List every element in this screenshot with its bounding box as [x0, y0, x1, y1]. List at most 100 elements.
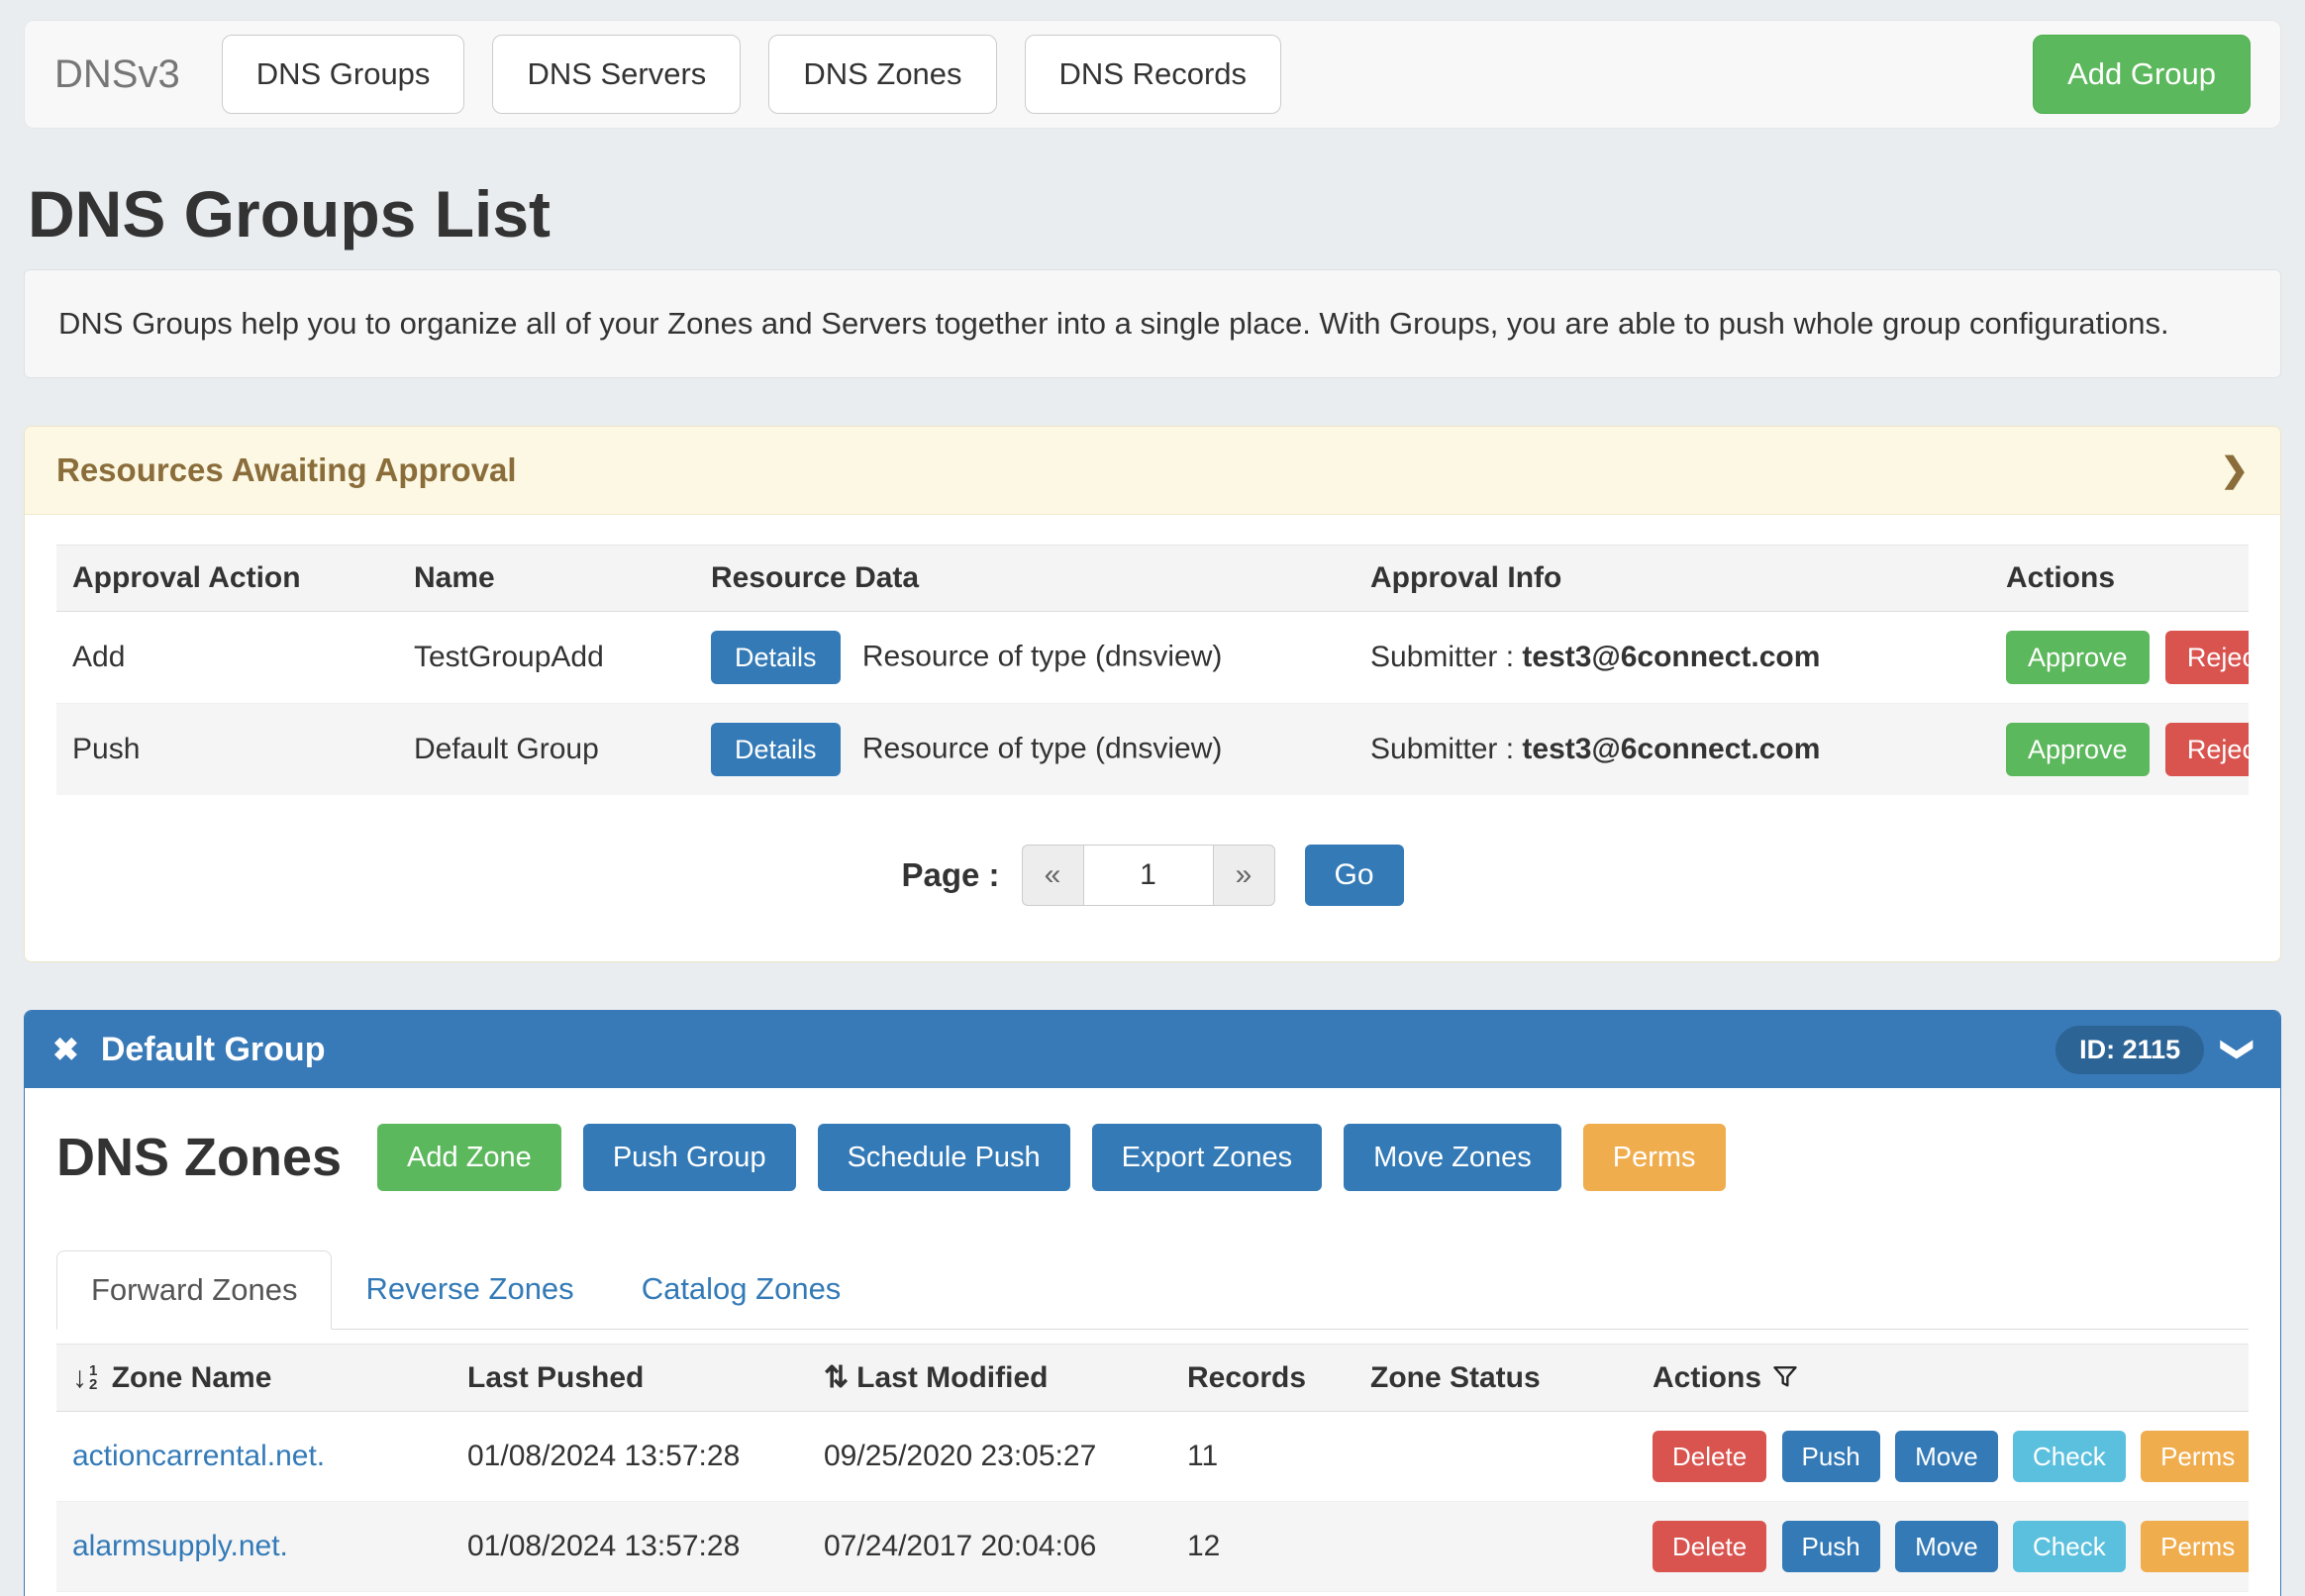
approval-table: Approval Action Name Resource Data Appro…	[56, 545, 2249, 795]
details-button[interactable]: Details	[711, 723, 841, 776]
last-pushed-cell: 01/08/2024 13:57:28	[451, 1502, 808, 1592]
zone-status-cell	[1354, 1502, 1637, 1592]
col-records: Records	[1171, 1345, 1354, 1412]
col-actions: Actions	[1990, 546, 2249, 612]
top-toolbar: DNSv3 DNS Groups DNS Servers DNS Zones D…	[24, 20, 2281, 129]
zone-name-cell: actioncarrental.net.	[56, 1412, 451, 1502]
approval-panel-header[interactable]: Resources Awaiting Approval ❯	[25, 427, 2280, 515]
zone-actions-cell: Delete Push Move Check Perms	[1637, 1502, 2249, 1592]
submitter-email: test3@6connect.com	[1522, 733, 1820, 765]
tab-forward-zones[interactable]: Forward Zones	[56, 1250, 332, 1330]
dns-zones-title: DNS Zones	[56, 1127, 342, 1188]
zone-name-cell: alarmsupply.net.	[56, 1502, 451, 1592]
page-description: DNS Groups help you to organize all of y…	[24, 269, 2281, 378]
check-button[interactable]: Check	[2013, 1521, 2126, 1572]
group-panel-body: DNS Zones Add Zone Push Group Schedule P…	[25, 1088, 2280, 1596]
records-cell: 9	[1171, 1592, 1354, 1596]
table-row: alarmsupply.net. 01/08/2024 13:57:28 07/…	[56, 1502, 2249, 1592]
resource-data-cell: Details Resource of type (dnsview)	[695, 612, 1354, 704]
last-modified-cell: 01/03/2024 19:10:17	[808, 1592, 1171, 1596]
resource-text: Resource of type (dnsview)	[862, 641, 1223, 673]
move-zones-button[interactable]: Move Zones	[1344, 1124, 1561, 1191]
pager: « »	[1022, 845, 1275, 906]
add-group-button[interactable]: Add Group	[2033, 35, 2251, 114]
zone-name-cell: allvalleyas.com.	[56, 1592, 451, 1596]
last-modified-cell: 07/24/2017 20:04:06	[808, 1502, 1171, 1592]
last-pushed-cell: 01/08/2024 13:57:35	[451, 1592, 808, 1596]
submitter-label: Submitter :	[1370, 733, 1514, 765]
filter-icon[interactable]	[1771, 1362, 1799, 1390]
approval-info-cell: Submitter : test3@6connect.com	[1354, 704, 1990, 796]
next-page-button[interactable]: »	[1214, 845, 1275, 906]
reject-button[interactable]: Reject	[2165, 631, 2249, 684]
zone-link[interactable]: actioncarrental.net.	[72, 1440, 325, 1472]
sort-updown-icon[interactable]: ⇅	[824, 1361, 849, 1394]
approval-actions-cell: Approve Reject	[1990, 704, 2249, 796]
approval-info-cell: Submitter : test3@6connect.com	[1354, 612, 1990, 704]
group-panel-header: ✖ Default Group ID: 2115 ❯	[25, 1011, 2280, 1088]
approval-panel: Resources Awaiting Approval ❯ Approval A…	[24, 426, 2281, 962]
col-zone-name: ↓ 1 2 Zone Name	[56, 1345, 451, 1412]
nav-dns-servers[interactable]: DNS Servers	[492, 35, 741, 114]
resource-text: Resource of type (dnsview)	[862, 733, 1223, 765]
col-name: Name	[398, 546, 695, 612]
push-button[interactable]: Push	[1782, 1521, 1880, 1572]
approve-button[interactable]: Approve	[2006, 631, 2150, 684]
approve-button[interactable]: Approve	[2006, 723, 2150, 776]
approval-panel-body: Approval Action Name Resource Data Appro…	[25, 515, 2280, 961]
records-cell: 11	[1171, 1412, 1354, 1502]
check-button[interactable]: Check	[2013, 1431, 2126, 1482]
delete-button[interactable]: Delete	[1653, 1521, 1766, 1572]
col-resource-data: Resource Data	[695, 546, 1354, 612]
nav-dns-groups[interactable]: DNS Groups	[222, 35, 465, 114]
add-zone-button[interactable]: Add Zone	[377, 1124, 561, 1191]
delete-button[interactable]: Delete	[1653, 1431, 1766, 1482]
page: DNSv3 DNS Groups DNS Servers DNS Zones D…	[0, 0, 2305, 1596]
export-zones-button[interactable]: Export Zones	[1092, 1124, 1322, 1191]
group-title: Default Group	[101, 1031, 326, 1069]
last-pushed-cell: 01/08/2024 13:57:28	[451, 1412, 808, 1502]
nav-dns-zones[interactable]: DNS Zones	[768, 35, 996, 114]
col-zone-actions: Actions	[1637, 1345, 2249, 1412]
approval-name-cell: Default Group	[398, 704, 695, 796]
page-title: DNS Groups List	[28, 176, 2281, 251]
col-last-pushed: Last Pushed	[451, 1345, 808, 1412]
approval-panel-title: Resources Awaiting Approval	[56, 451, 517, 489]
push-group-button[interactable]: Push Group	[583, 1124, 796, 1191]
move-button[interactable]: Move	[1895, 1431, 1998, 1482]
table-row: Push Default Group Details Resource of t…	[56, 704, 2249, 796]
zone-status-cell	[1354, 1412, 1637, 1502]
nav-dns-records[interactable]: DNS Records	[1025, 35, 1282, 114]
chevron-right-icon[interactable]: ❯	[2221, 450, 2250, 490]
move-button[interactable]: Move	[1895, 1521, 1998, 1572]
records-cell: 12	[1171, 1502, 1354, 1592]
col-zone-status: Zone Status	[1354, 1345, 1637, 1412]
page-number-input[interactable]	[1083, 845, 1214, 906]
sort-numeric-icon[interactable]: ↓ 1 2	[72, 1363, 97, 1393]
go-button[interactable]: Go	[1305, 845, 1404, 906]
submitter-email: test3@6connect.com	[1522, 641, 1820, 673]
col-last-modified: ⇅Last Modified	[808, 1345, 1171, 1412]
schedule-push-button[interactable]: Schedule Push	[818, 1124, 1070, 1191]
approval-actions-cell: Approve Reject	[1990, 612, 2249, 704]
approval-table-header: Approval Action Name Resource Data Appro…	[56, 546, 2249, 612]
dns-zones-toolbar: DNS Zones Add Zone Push Group Schedule P…	[56, 1124, 2249, 1191]
zone-actions-cell: Delete Push Move Check Perms	[1637, 1412, 2249, 1502]
zone-link[interactable]: alarmsupply.net.	[72, 1530, 288, 1562]
perms-button[interactable]: Perms	[2141, 1521, 2249, 1572]
group-id-badge: ID: 2115	[2055, 1026, 2204, 1074]
close-icon[interactable]: ✖	[52, 1031, 79, 1068]
chevron-down-icon[interactable]: ❯	[2221, 1037, 2258, 1063]
submitter-label: Submitter :	[1370, 641, 1514, 673]
details-button[interactable]: Details	[711, 631, 841, 684]
reject-button[interactable]: Reject	[2165, 723, 2249, 776]
tab-catalog-zones[interactable]: Catalog Zones	[608, 1250, 875, 1329]
prev-page-button[interactable]: «	[1022, 845, 1083, 906]
approval-action-cell: Add	[56, 612, 398, 704]
last-modified-cell: 09/25/2020 23:05:27	[808, 1412, 1171, 1502]
group-perms-button[interactable]: Perms	[1583, 1124, 1726, 1191]
tab-reverse-zones[interactable]: Reverse Zones	[332, 1250, 607, 1329]
zones-table: ↓ 1 2 Zone Name Last Pushed ⇅Last Modifi…	[56, 1344, 2249, 1596]
push-button[interactable]: Push	[1782, 1431, 1880, 1482]
perms-button[interactable]: Perms	[2141, 1431, 2249, 1482]
